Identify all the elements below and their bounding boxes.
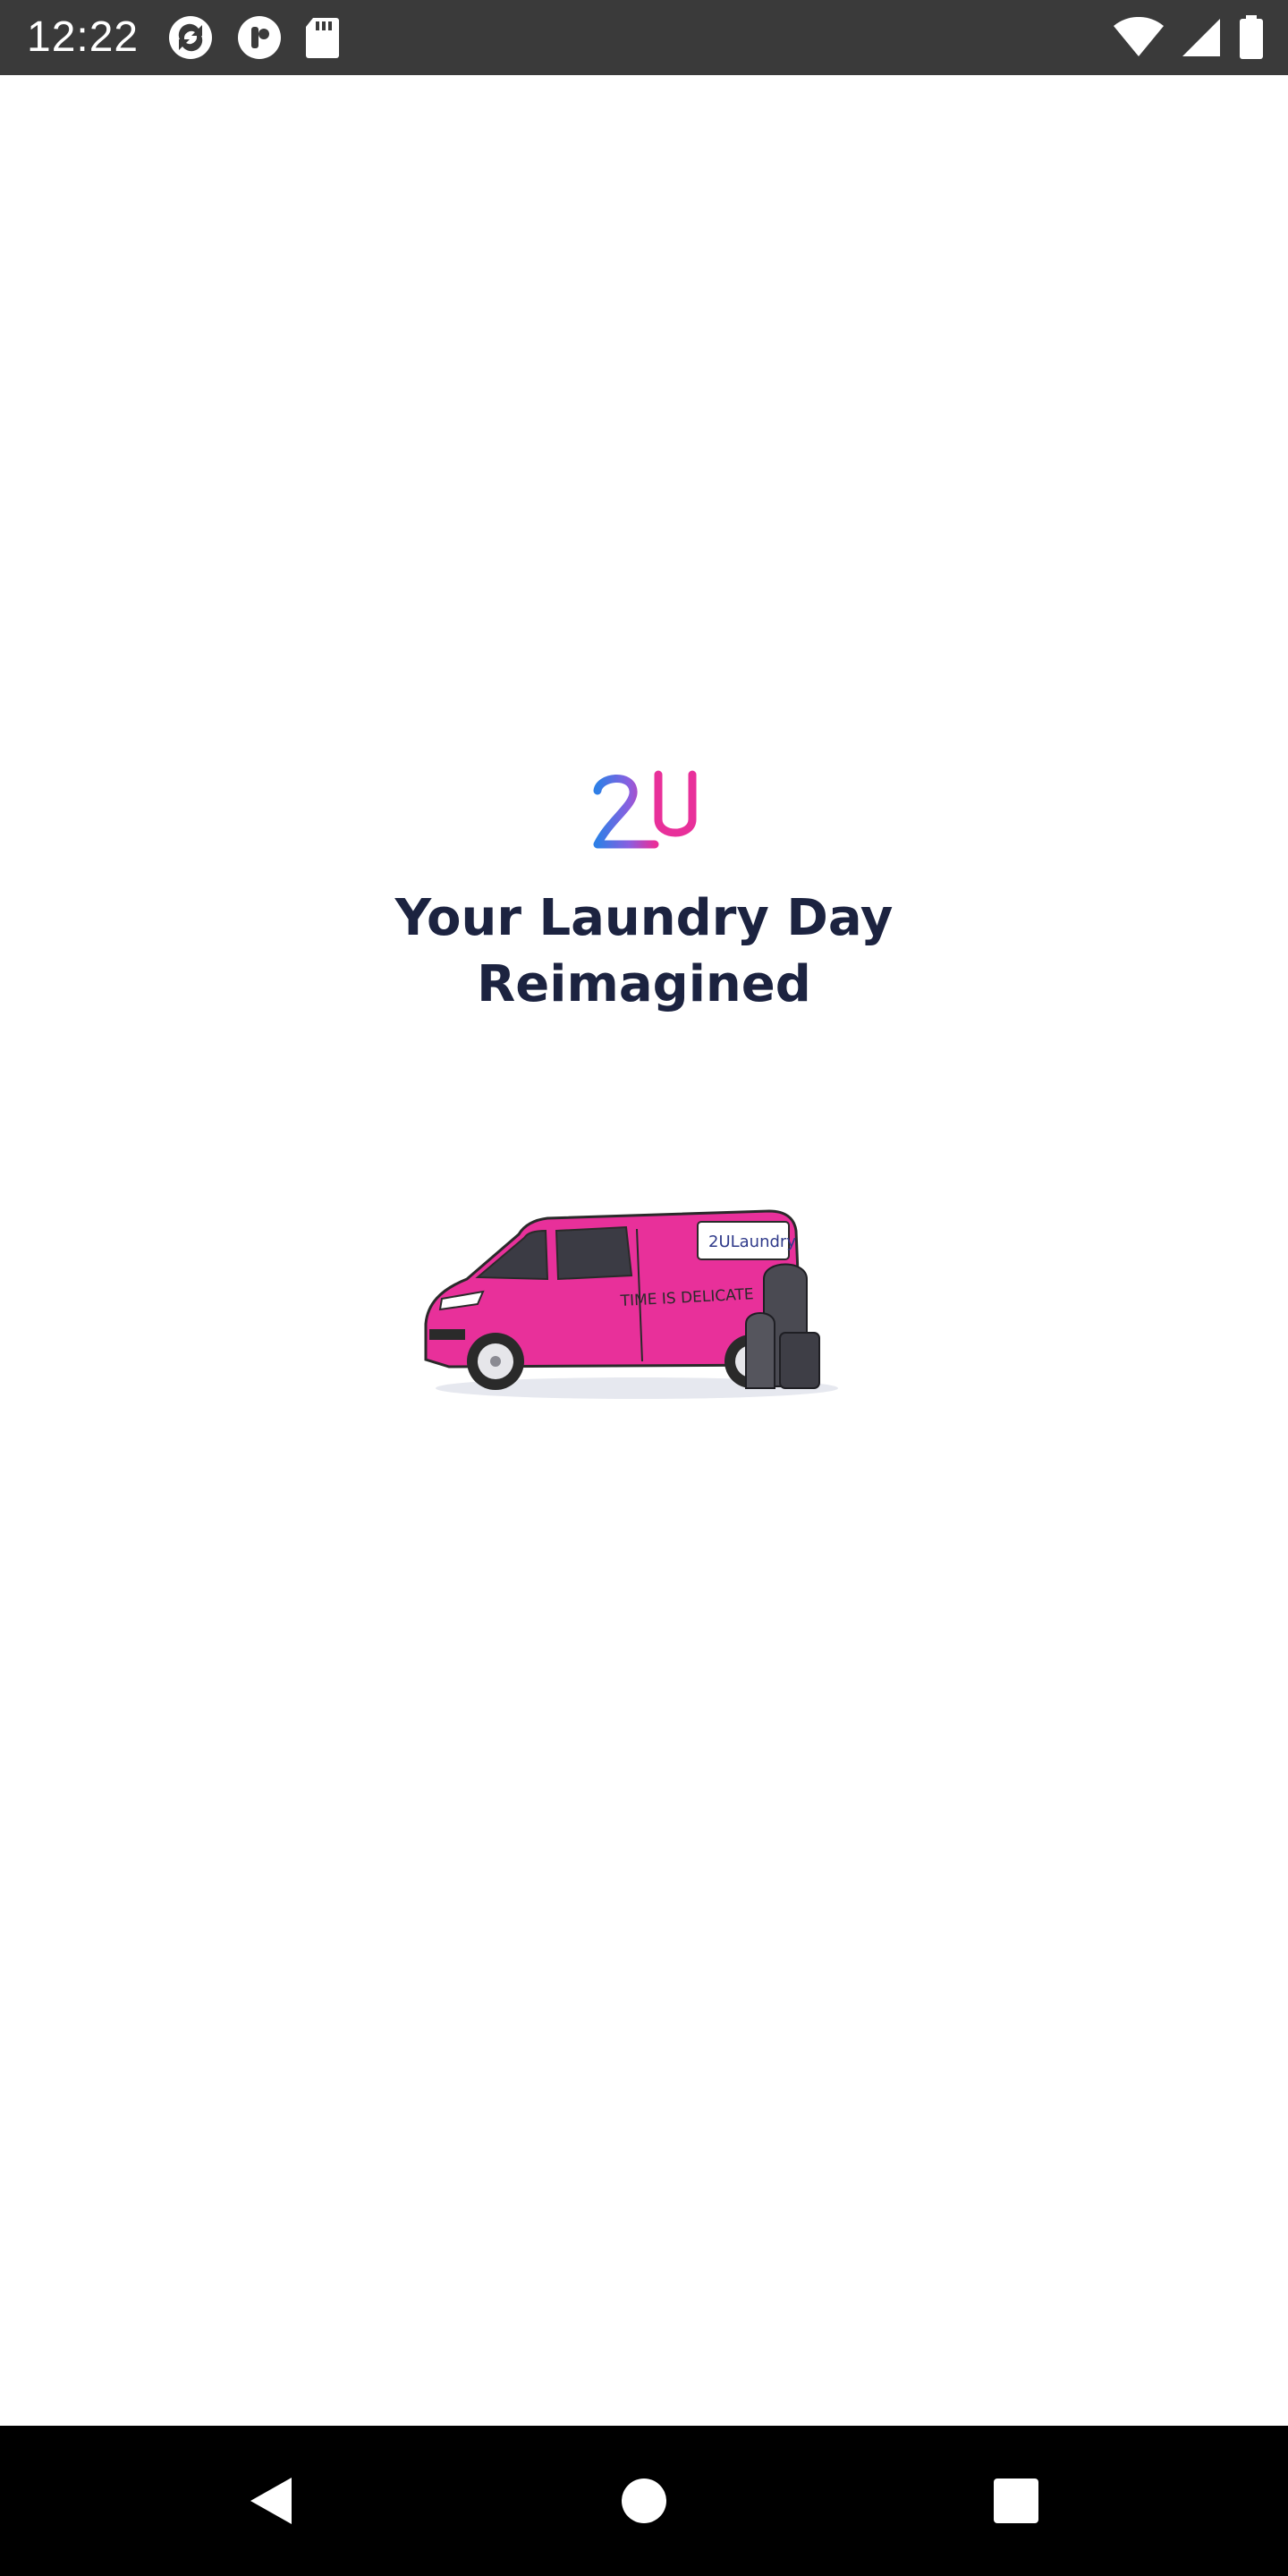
home-icon xyxy=(622,2479,666,2523)
van-brand-text: 2ULaundry xyxy=(708,1233,796,1251)
home-button[interactable] xyxy=(608,2465,680,2537)
recents-button[interactable] xyxy=(980,2465,1052,2537)
sync-icon xyxy=(169,16,212,59)
system-navigation-bar xyxy=(0,2426,1288,2576)
sd-card-icon xyxy=(306,18,339,58)
brand-logo xyxy=(593,770,697,849)
app-notification-icon xyxy=(238,16,281,59)
back-icon xyxy=(250,2478,292,2524)
recents-icon xyxy=(994,2479,1038,2523)
status-notification-icons xyxy=(166,14,340,61)
status-bar: 12:22 xyxy=(0,0,1288,75)
status-time: 12:22 xyxy=(27,13,140,61)
tagline-line-2: Reimagined xyxy=(477,955,811,1013)
splash-screen: 12:22 Your Laundry Day Reimagined 2ULaun… xyxy=(0,0,1288,2576)
wifi-icon xyxy=(1114,17,1164,56)
tagline-line-1: Your Laundry Day xyxy=(394,889,894,947)
cellular-signal-icon xyxy=(1182,19,1220,56)
status-system-icons xyxy=(1113,14,1265,61)
back-button[interactable] xyxy=(234,2465,306,2537)
battery-icon xyxy=(1240,15,1263,59)
delivery-van-illustration: 2ULaundry TIME IS DELICATE xyxy=(424,1209,838,1399)
tagline: Your Laundry Day Reimagined xyxy=(286,886,1002,1018)
